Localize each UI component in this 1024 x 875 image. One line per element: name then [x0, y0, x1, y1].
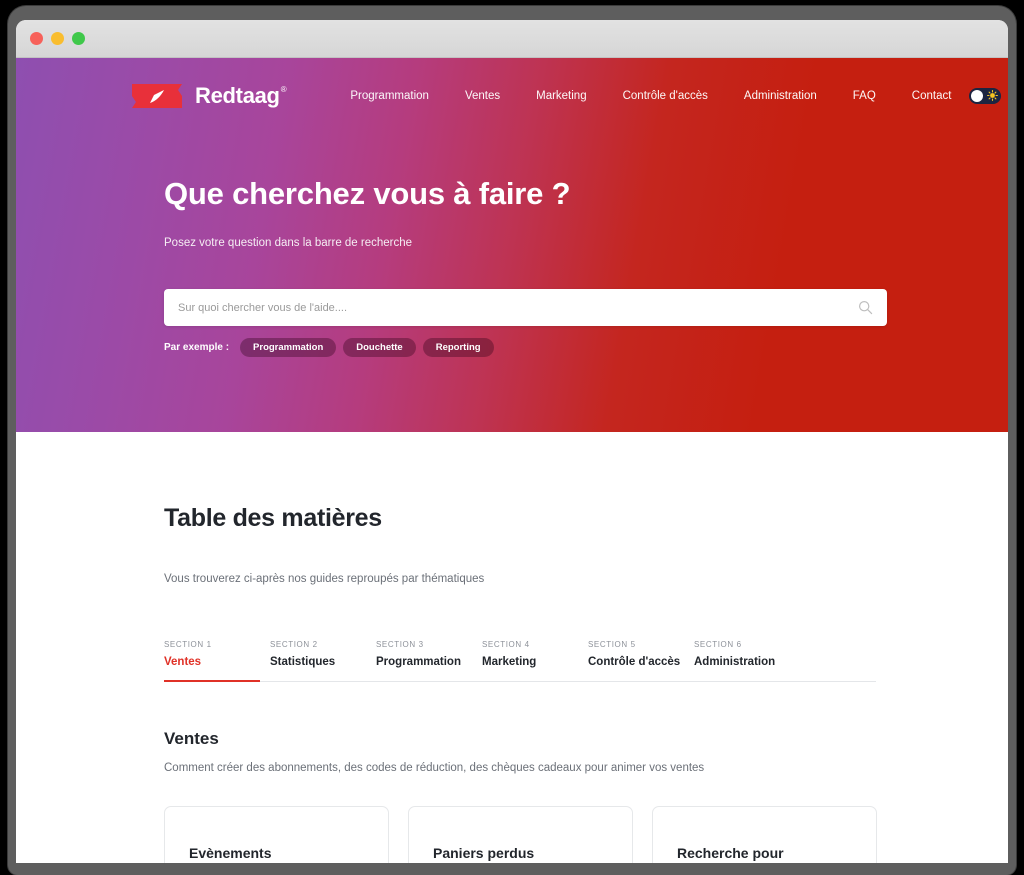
hero-search-bar[interactable] — [164, 289, 887, 326]
card-title: Recherche pour duplicata — [677, 845, 784, 861]
tab-administration[interactable]: SECTION 6 Administration — [694, 640, 800, 681]
tab-kicker: SECTION 2 — [270, 640, 318, 649]
page-title: Table des matières — [164, 504, 382, 532]
tab-label: Programmation — [376, 656, 461, 668]
tab-label: Administration — [694, 656, 776, 668]
card-title: Evènements — [189, 845, 272, 861]
main-content: Table des matières Vous trouverez ci-apr… — [16, 432, 1008, 863]
nav-links: Programmation Ventes Marketing Contrôle … — [332, 90, 969, 102]
brand-logo[interactable]: Redtaag ® — [128, 82, 287, 110]
tab-label: Contrôle d'accès — [588, 656, 681, 668]
hero-banner: Redtaag ® Programmation Ventes Marketing… — [16, 58, 1008, 432]
main-navigation: Redtaag ® Programmation Ventes Marketing… — [16, 58, 1008, 110]
example-queries-label: Par exemple : — [164, 342, 230, 353]
guide-card-recherche-duplicata[interactable]: Recherche pour duplicata — [652, 806, 877, 863]
section-title: Ventes — [164, 729, 219, 748]
page-subtitle: Vous trouverez ci-après nos guides repro… — [164, 573, 485, 585]
tab-kicker: SECTION 6 — [694, 640, 742, 649]
example-chip-reporting[interactable]: Reporting — [422, 338, 494, 357]
browser-viewport: Redtaag ® Programmation Ventes Marketing… — [16, 20, 1008, 863]
tab-marketing[interactable]: SECTION 4 Marketing — [482, 640, 588, 681]
toggle-knob — [971, 90, 984, 102]
nav-item-contact[interactable]: Contact — [894, 90, 970, 102]
example-chip-douchette[interactable]: Douchette — [343, 338, 416, 357]
minimize-window-button[interactable] — [51, 32, 64, 45]
nav-item-controle-dacces[interactable]: Contrôle d'accès — [605, 90, 726, 102]
tab-label: Statistiques — [270, 656, 336, 668]
tab-kicker: SECTION 1 — [164, 640, 212, 649]
tab-programmation[interactable]: SECTION 3 Programmation — [376, 640, 482, 681]
example-chip-programmation[interactable]: Programmation — [240, 338, 337, 357]
tab-kicker: SECTION 3 — [376, 640, 424, 649]
close-window-button[interactable] — [30, 32, 43, 45]
window-titlebar — [16, 20, 1008, 58]
nav-item-marketing[interactable]: Marketing — [518, 90, 605, 102]
guide-card-list: Evènements Paniers perdus Recherche pour… — [164, 806, 1008, 863]
search-submit-icon[interactable] — [858, 300, 873, 315]
guide-card-paniers-perdus[interactable]: Paniers perdus — [408, 806, 633, 863]
search-input[interactable] — [178, 301, 858, 314]
hero-content: Que cherchez vous à faire ? Posez votre … — [16, 176, 1008, 357]
browser-window-frame: Redtaag ® Programmation Ventes Marketing… — [8, 6, 1016, 875]
section-subtitle: Comment créer des abonnements, des codes… — [164, 762, 705, 774]
nav-item-programmation[interactable]: Programmation — [332, 90, 447, 102]
sun-icon — [987, 90, 999, 101]
brand-registered-mark: ® — [280, 85, 287, 94]
tab-statistiques[interactable]: SECTION 2 Statistiques — [270, 640, 376, 681]
hero-subtitle: Posez votre question dans la barre de re… — [164, 237, 413, 249]
tab-kicker: SECTION 4 — [482, 640, 530, 649]
redtaag-tag-icon — [128, 82, 186, 110]
maximize-window-button[interactable] — [72, 32, 85, 45]
nav-item-faq[interactable]: FAQ — [835, 90, 894, 102]
card-title: Paniers perdus — [433, 845, 535, 861]
nav-actions — [969, 88, 1008, 104]
tab-kicker: SECTION 5 — [588, 640, 636, 649]
tab-label: Marketing — [482, 656, 537, 668]
brand-name-text: Redtaag — [195, 83, 280, 108]
traffic-lights — [30, 32, 85, 45]
section-tabs: SECTION 1 Ventes SECTION 2 Statistiques … — [164, 640, 876, 682]
hero-title: Que cherchez vous à faire ? — [164, 176, 571, 211]
tab-label: Ventes — [164, 656, 202, 668]
brand-name: Redtaag ® — [195, 83, 287, 109]
guide-card-evenements[interactable]: Evènements — [164, 806, 389, 863]
nav-item-ventes[interactable]: Ventes — [447, 90, 518, 102]
theme-toggle[interactable] — [969, 88, 1002, 104]
example-queries: Par exemple : Programmation Douchette Re… — [164, 338, 1008, 357]
nav-item-administration[interactable]: Administration — [726, 90, 835, 102]
tab-controle-dacces[interactable]: SECTION 5 Contrôle d'accès — [588, 640, 694, 681]
tab-ventes[interactable]: SECTION 1 Ventes — [164, 640, 270, 682]
